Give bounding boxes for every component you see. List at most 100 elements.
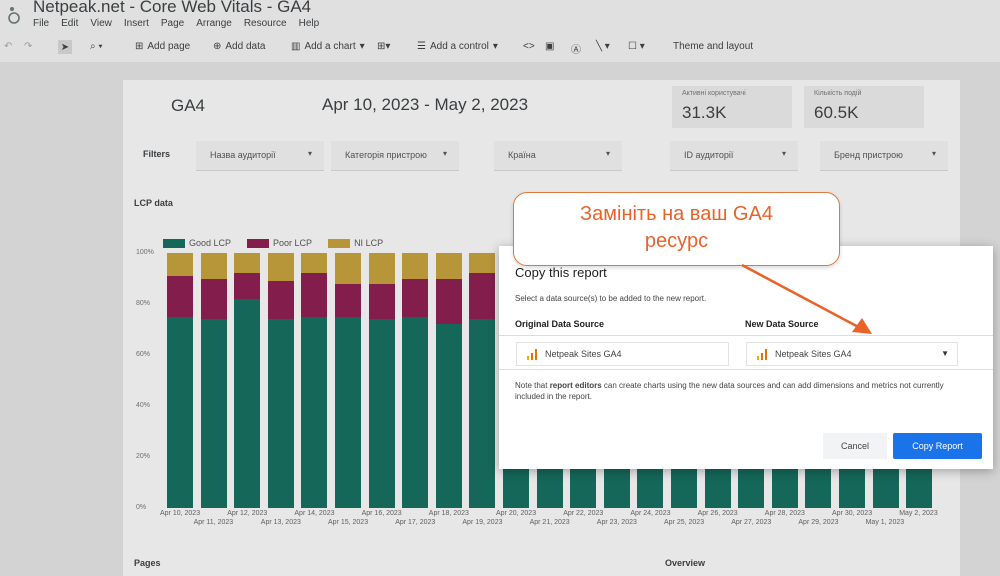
- image-icon[interactable]: ▣: [545, 41, 554, 52]
- x-tick-label: Apr 27, 2023: [731, 519, 772, 526]
- shape-icon[interactable]: ☐ ▾: [628, 41, 645, 52]
- add-data-button[interactable]: ⊕ Add data: [213, 41, 265, 52]
- menu-resource[interactable]: Resource: [244, 18, 287, 29]
- filter-device-category[interactable]: Категорія пристрою ▾: [331, 141, 459, 171]
- zoom-icon[interactable]: ⌕ ▾: [90, 41, 103, 52]
- ga-icon: [527, 349, 537, 360]
- legend-swatch: [163, 238, 185, 248]
- filters-label: Filters: [143, 149, 171, 159]
- x-tick-label: Apr 15, 2023: [328, 519, 369, 526]
- legend-item-ni[interactable]: NI LCP: [328, 238, 383, 248]
- bar-segment-poor-lcp[interactable]: [435, 278, 462, 325]
- bar-segment-poor-lcp[interactable]: [200, 278, 227, 320]
- line-icon[interactable]: ╲ ▾: [596, 41, 610, 52]
- chevron-down-icon: ▾: [359, 41, 365, 52]
- add-chart-button[interactable]: ▥ Add a chart ▾: [291, 41, 365, 52]
- chevron-down-icon: ▾: [781, 149, 786, 158]
- chart-bar[interactable]: [200, 253, 227, 508]
- menu-edit[interactable]: Edit: [61, 18, 78, 29]
- select-tool-icon[interactable]: ➤: [58, 40, 72, 54]
- bar-segment-poor-lcp[interactable]: [234, 273, 261, 299]
- y-tick-label: 40%: [136, 402, 151, 409]
- scorecard-active-users[interactable]: Активні користувачі 31.3K: [672, 86, 792, 128]
- x-tick-label: Apr 28, 2023: [764, 510, 805, 517]
- date-range-control[interactable]: Apr 10, 2023 - May 2, 2023: [322, 95, 528, 115]
- bar-segment-poor-lcp[interactable]: [335, 283, 361, 317]
- chart-bar[interactable]: [469, 253, 496, 508]
- bar-segment-good-lcp[interactable]: [200, 319, 227, 508]
- community-viz-icon[interactable]: ⊞▾: [377, 41, 390, 52]
- bar-segment-good-lcp[interactable]: [267, 319, 294, 508]
- looker-studio-logo-icon: [8, 7, 20, 24]
- bar-segment-ni-lcp[interactable]: [267, 253, 294, 282]
- bar-segment-poor-lcp[interactable]: [267, 281, 294, 320]
- menu-file[interactable]: File: [33, 18, 49, 29]
- bar-segment-ni-lcp[interactable]: [301, 253, 328, 274]
- dialog-note: Note that report editors can create char…: [515, 381, 944, 401]
- add-control-button[interactable]: ☰ Add a control ▾: [417, 41, 498, 52]
- text-icon[interactable]: Ⓐ: [571, 41, 581, 56]
- bar-segment-ni-lcp[interactable]: [402, 253, 429, 279]
- chart-bar[interactable]: [435, 253, 462, 508]
- y-tick-label: 100%: [136, 249, 154, 256]
- bar-segment-good-lcp[interactable]: [234, 298, 261, 508]
- bar-segment-good-lcp[interactable]: [368, 319, 395, 508]
- add-page-button[interactable]: ⊞ Add page: [135, 41, 190, 52]
- divider: [499, 369, 993, 370]
- bar-segment-ni-lcp[interactable]: [469, 253, 496, 274]
- chart-icon: ▥: [291, 41, 301, 52]
- chevron-down-icon: ▾: [492, 41, 498, 52]
- bar-segment-poor-lcp[interactable]: [368, 283, 395, 320]
- ga-icon: [757, 349, 767, 360]
- x-tick-label: Apr 25, 2023: [664, 519, 705, 526]
- scorecard-event-count[interactable]: Кількість подій 60.5K: [804, 86, 924, 128]
- bar-segment-ni-lcp[interactable]: [200, 253, 227, 279]
- copy-report-button[interactable]: Copy Report: [893, 433, 982, 459]
- bar-segment-good-lcp[interactable]: [335, 316, 361, 508]
- scorecard-label: Кількість подій: [814, 90, 862, 97]
- menu-insert[interactable]: Insert: [124, 18, 149, 29]
- scorecard-label: Активні користувачі: [682, 90, 746, 97]
- bar-segment-ni-lcp[interactable]: [435, 253, 462, 279]
- bar-segment-poor-lcp[interactable]: [167, 275, 193, 317]
- bar-segment-good-lcp[interactable]: [167, 316, 193, 508]
- menu-view[interactable]: View: [90, 18, 112, 29]
- new-data-source-select[interactable]: Netpeak Sites GA4 ▼: [746, 342, 958, 366]
- bar-segment-ni-lcp[interactable]: [167, 253, 193, 276]
- bar-segment-poor-lcp[interactable]: [301, 273, 328, 317]
- filter-country[interactable]: Країна ▾: [494, 141, 622, 171]
- chart-bar[interactable]: [402, 253, 429, 508]
- undo-icon[interactable]: ↶: [4, 41, 12, 52]
- cancel-button[interactable]: Cancel: [823, 433, 887, 459]
- report-title[interactable]: Netpeak.net - Core Web Vitals - GA4: [33, 0, 311, 17]
- chart-bar[interactable]: [335, 253, 361, 508]
- chart-bar[interactable]: [167, 253, 193, 508]
- menu-arrange[interactable]: Arrange: [196, 18, 232, 29]
- filter-device-brand[interactable]: Бренд пристрою ▾: [820, 141, 948, 171]
- menu-page[interactable]: Page: [161, 18, 184, 29]
- bar-segment-good-lcp[interactable]: [435, 324, 462, 508]
- bar-segment-ni-lcp[interactable]: [368, 253, 395, 284]
- toolbar: ↶ ↷ ➤ ⌕ ▾ ⊞ Add page ⊕ Add data ▥ Add a cha…: [0, 38, 1000, 60]
- chart-bar[interactable]: [267, 253, 294, 508]
- theme-layout-button[interactable]: Theme and layout: [673, 41, 753, 52]
- x-tick-label: May 1, 2023: [865, 519, 905, 526]
- bar-segment-ni-lcp[interactable]: [335, 253, 361, 284]
- chart-bar[interactable]: [368, 253, 395, 508]
- filter-audience-id[interactable]: ID аудиторії ▾: [670, 141, 798, 171]
- bar-segment-good-lcp[interactable]: [301, 316, 328, 508]
- redo-icon[interactable]: ↷: [24, 41, 32, 52]
- menu-help[interactable]: Help: [299, 18, 320, 29]
- chart-bar[interactable]: [234, 253, 261, 508]
- bar-segment-good-lcp[interactable]: [402, 316, 429, 508]
- x-tick-label: Apr 19, 2023: [462, 519, 503, 526]
- bar-segment-poor-lcp[interactable]: [402, 278, 429, 317]
- legend-item-poor[interactable]: Poor LCP: [247, 238, 312, 248]
- filter-audience-name[interactable]: Назва аудиторії ▾: [196, 141, 324, 171]
- bar-segment-good-lcp[interactable]: [469, 319, 496, 508]
- embed-code-icon[interactable]: <>: [523, 41, 535, 52]
- chart-bar[interactable]: [301, 253, 328, 508]
- bar-segment-ni-lcp[interactable]: [234, 253, 261, 274]
- bar-segment-poor-lcp[interactable]: [469, 273, 496, 320]
- legend-item-good[interactable]: Good LCP: [163, 238, 231, 248]
